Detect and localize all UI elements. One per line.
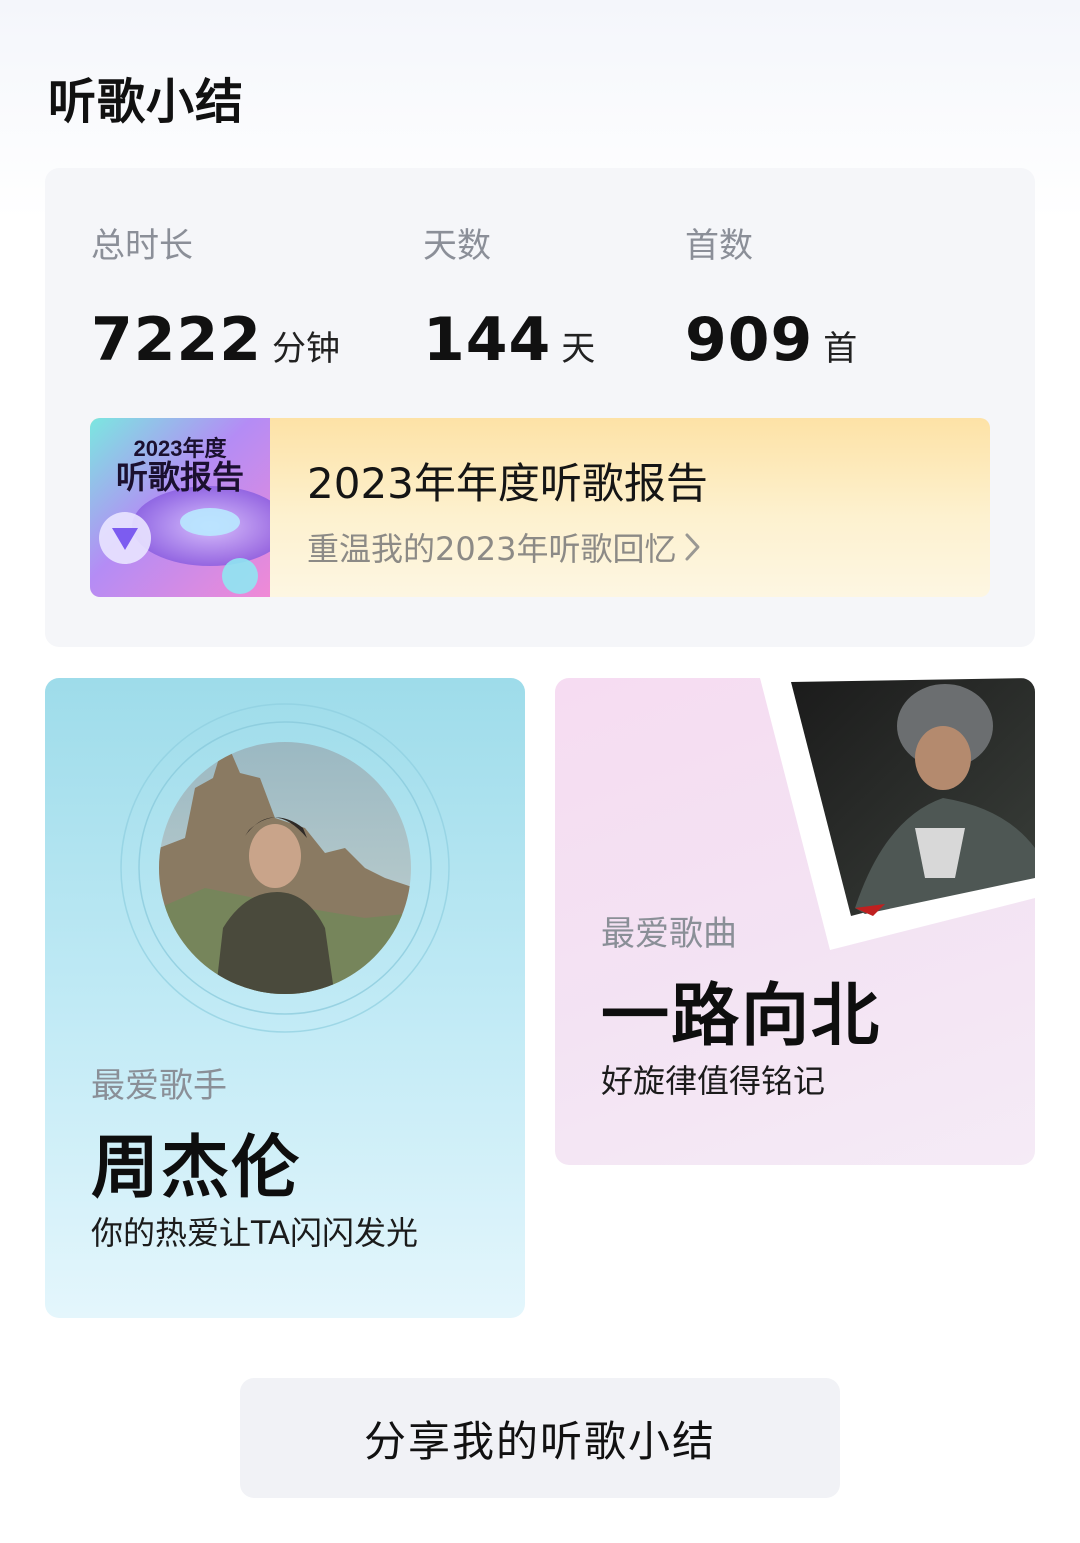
annual-report-subtitle: 重温我的2023年听歌回忆: [307, 524, 702, 570]
favorite-artist-card[interactable]: 最爱歌手 周杰伦 你的热爱让TA闪闪发光: [45, 678, 525, 1318]
stat-days-label: 天数: [423, 226, 491, 266]
chevron-right-icon: [684, 532, 702, 570]
stats-card: 总时长 7222 分钟 天数 144 天 首数 909 首 2023年度 听歌报…: [45, 168, 1035, 647]
stat-total-duration: 总时长 7222 分钟: [91, 218, 340, 375]
annual-report-banner[interactable]: 2023年度 听歌报告 2023年年度听歌报告 重温我的2023年听歌回忆: [90, 418, 990, 597]
page-title: 听歌小结: [48, 74, 245, 130]
favorite-song-desc: 好旋律值得铭记: [601, 1062, 826, 1100]
stat-songs-label: 首数: [685, 226, 753, 266]
favorite-artist-desc: 你的热爱让TA闪闪发光: [91, 1214, 418, 1252]
thumb-year-text: 2023年度: [134, 436, 228, 461]
stat-songs-unit: 首: [823, 329, 858, 369]
stat-days-unit: 天: [561, 329, 596, 369]
stat-days: 天数 144 天: [423, 218, 595, 375]
stat-days-value: 144: [423, 305, 552, 375]
favorite-artist-label: 最爱歌手: [91, 1066, 227, 1106]
artist-avatar: [120, 703, 450, 1033]
share-summary-button[interactable]: 分享我的听歌小结: [240, 1378, 840, 1498]
favorite-artist-name: 周杰伦: [91, 1129, 302, 1208]
annual-report-title: 2023年年度听歌报告: [307, 459, 708, 508]
favorite-song-name: 一路向北: [601, 977, 882, 1056]
stat-duration-value: 7222: [91, 305, 262, 375]
stat-songs-value: 909: [685, 305, 814, 375]
thumb-title-text: 听歌报告: [116, 459, 244, 495]
favorite-song-card[interactable]: 最爱歌曲 一路向北 好旋律值得铭记: [555, 678, 1035, 1165]
favorite-song-label: 最爱歌曲: [601, 914, 737, 954]
stat-duration-label: 总时长: [91, 226, 193, 266]
annual-report-thumbnail: 2023年度 听歌报告: [90, 418, 270, 597]
stat-duration-unit: 分钟: [272, 329, 340, 369]
annual-report-subtitle-text: 重温我的2023年听歌回忆: [307, 530, 677, 568]
stat-songs: 首数 909 首: [685, 218, 857, 375]
